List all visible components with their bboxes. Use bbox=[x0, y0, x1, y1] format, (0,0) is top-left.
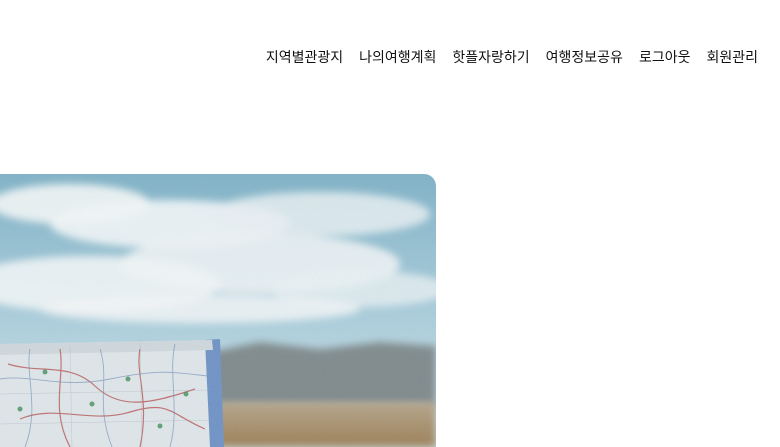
hero-image bbox=[0, 174, 436, 447]
nav-item-regional-attractions[interactable]: 지역별관광지 bbox=[266, 46, 343, 70]
nav-item-logout[interactable]: 로그아웃 bbox=[639, 46, 691, 70]
top-navigation: 지역별관광지 나의여행계획 핫플자랑하기 여행정보공유 로그아웃 회원관리 bbox=[266, 46, 758, 70]
travel-map-photo bbox=[0, 174, 436, 447]
nav-item-my-travel-plan[interactable]: 나의여행계획 bbox=[359, 46, 436, 70]
nav-item-hotplace-showcase[interactable]: 핫플자랑하기 bbox=[452, 46, 529, 70]
page: 지역별관광지 나의여행계획 핫플자랑하기 여행정보공유 로그아웃 회원관리 bbox=[0, 0, 780, 447]
nav-item-member-management[interactable]: 회원관리 bbox=[706, 46, 758, 70]
photo-grain bbox=[0, 174, 436, 447]
nav-item-travel-info-share[interactable]: 여행정보공유 bbox=[546, 46, 623, 70]
